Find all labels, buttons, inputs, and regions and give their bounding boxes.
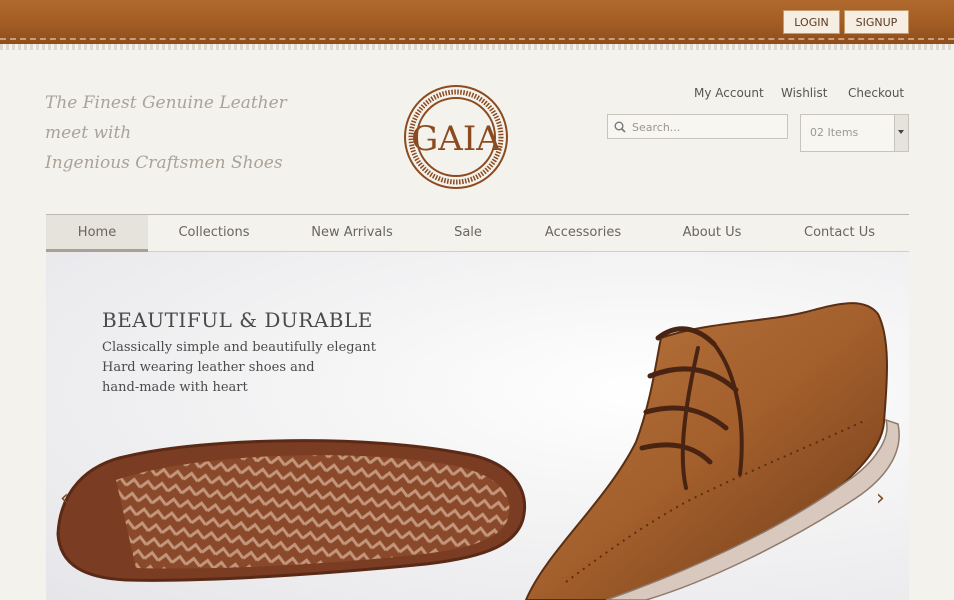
main-navigation: Home Collections New Arrivals Sale Acces… xyxy=(46,214,909,252)
hero-text-line: hand-made with heart xyxy=(102,380,248,395)
nav-item-contact-us[interactable]: Contact Us xyxy=(770,215,909,251)
tagline-line: The Finest Genuine Leather meet with xyxy=(45,93,287,143)
leather-top-bar: LOGIN SIGNUP xyxy=(0,0,954,44)
nav-item-new-arrivals[interactable]: New Arrivals xyxy=(280,215,424,251)
my-account-link[interactable]: My Account xyxy=(694,86,764,100)
cart-items-select[interactable]: 02 Items xyxy=(800,114,909,152)
tagline-line: Ingenious Craftsmen Shoes xyxy=(45,153,283,173)
hero-text-line: Hard wearing leather shoes and xyxy=(102,360,315,375)
chevron-down-icon[interactable] xyxy=(894,115,908,151)
hero-title: BEAUTIFUL & DURABLE xyxy=(102,308,373,332)
wishlist-link[interactable]: Wishlist xyxy=(781,86,827,100)
nav-item-collections[interactable]: Collections xyxy=(148,215,280,251)
login-button[interactable]: LOGIN xyxy=(783,10,840,34)
leather-shoes-image xyxy=(56,302,900,600)
checkout-link[interactable]: Checkout xyxy=(848,86,904,100)
hero-description: Classically simple and beautifully elega… xyxy=(102,338,376,398)
chevron-left-icon[interactable]: ‹ xyxy=(60,486,69,511)
gaia-logo[interactable]: GAIA xyxy=(403,84,509,190)
nav-item-home[interactable]: Home xyxy=(46,215,148,252)
hero-slider: BEAUTIFUL & DURABLE Classically simple a… xyxy=(46,252,909,600)
nav-item-sale[interactable]: Sale xyxy=(424,215,512,251)
search-input[interactable] xyxy=(630,117,784,137)
stitched-edge xyxy=(0,44,954,50)
cart-items-value: 02 Items xyxy=(810,126,859,139)
chevron-right-icon[interactable]: › xyxy=(876,486,885,511)
nav-item-accessories[interactable]: Accessories xyxy=(512,215,654,251)
logo-text: GAIA xyxy=(411,119,501,159)
hero-text-line: Classically simple and beautifully elega… xyxy=(102,340,376,355)
nav-item-about-us[interactable]: About Us xyxy=(654,215,770,251)
search-box[interactable] xyxy=(607,114,788,139)
search-icon[interactable] xyxy=(614,121,626,133)
tagline: The Finest Genuine Leather meet with Ing… xyxy=(45,88,325,178)
signup-button[interactable]: SIGNUP xyxy=(844,10,909,34)
